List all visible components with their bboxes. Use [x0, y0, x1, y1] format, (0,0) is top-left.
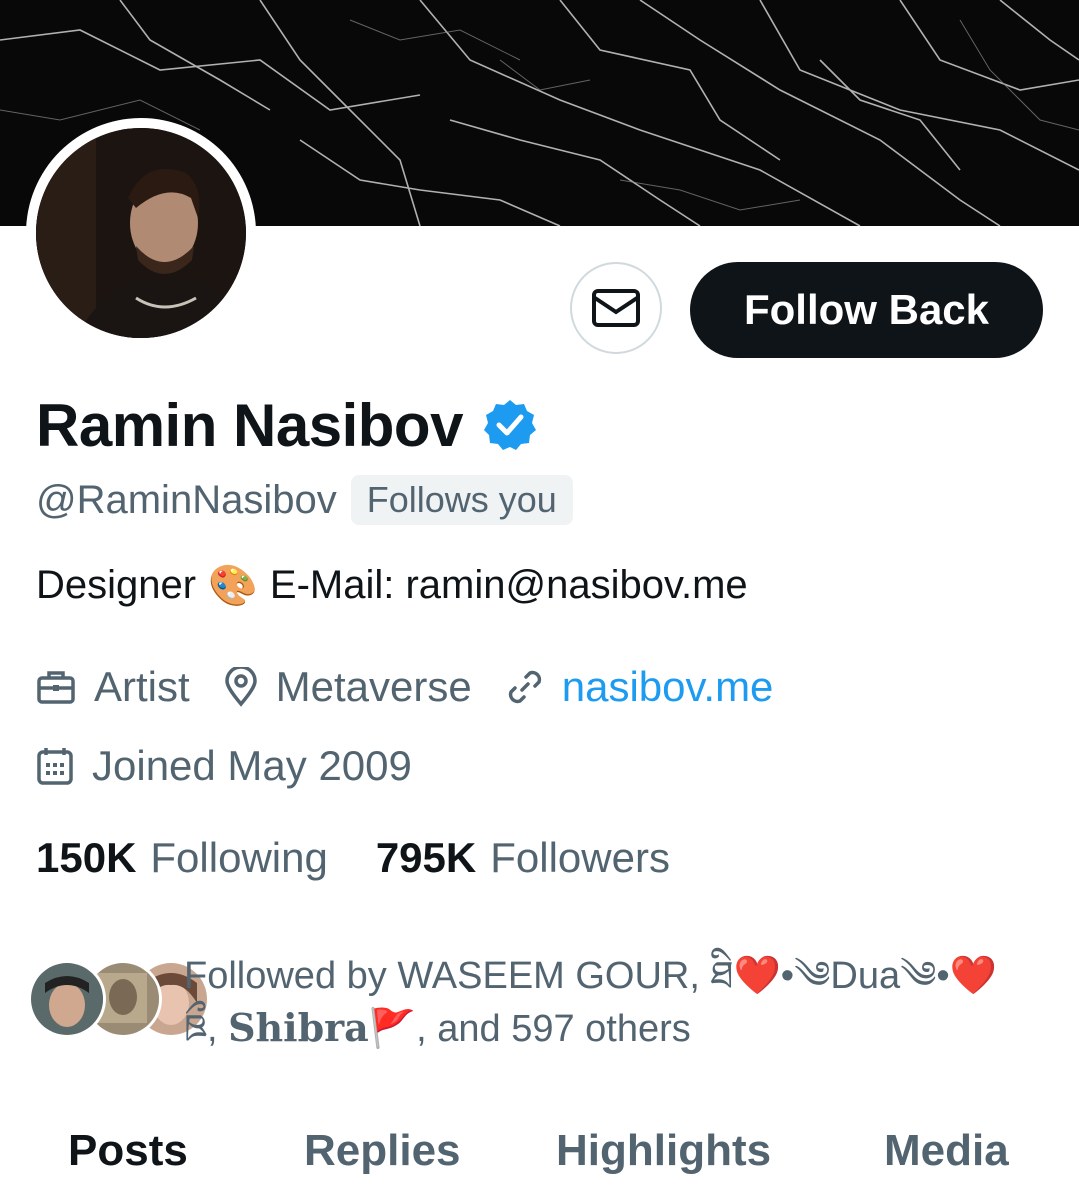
joined-row: Joined May 2009	[36, 738, 412, 794]
follower-name-3: 𝐒𝐡𝐢𝐛𝐫𝐚	[228, 1005, 369, 1050]
location-text: Metaverse	[275, 663, 472, 710]
occupation-item: Artist	[36, 663, 190, 711]
location-pin-icon	[224, 667, 257, 707]
profile-tabs: Posts Replies Highlights Media	[0, 1108, 1079, 1196]
follow-back-button[interactable]: Follow Back	[690, 262, 1043, 358]
followed-by-section[interactable]: Followed by WASEEM GOUR, ཐི❤️•༄Dua༄•❤️ ཋ…	[28, 950, 1058, 1050]
profile-meta-row: Artist Metaverse nasibov.me	[36, 658, 807, 716]
tab-posts[interactable]: Posts	[68, 1126, 188, 1176]
followed-by-text: Followed by WASEEM GOUR, ཐི❤️•༄Dua༄•❤️ ཋ…	[184, 950, 1064, 1055]
message-button[interactable]	[570, 262, 662, 354]
followers-label: Followers	[490, 834, 670, 881]
tab-replies[interactable]: Replies	[304, 1126, 461, 1176]
link-icon	[508, 670, 541, 704]
tab-highlights[interactable]: Highlights	[556, 1126, 771, 1176]
joined-text: Joined May 2009	[92, 742, 412, 789]
profile-handle: @RaminNasibov	[36, 477, 337, 522]
following-label: Following	[150, 834, 328, 881]
followers-stat[interactable]: 795K Followers	[376, 834, 670, 882]
following-stat[interactable]: 150K Following	[36, 834, 328, 882]
website-link[interactable]: nasibov.me	[562, 663, 774, 711]
avatar[interactable]	[36, 128, 246, 338]
follower-name-2a: ཐི	[710, 955, 734, 997]
follow-stats: 150K Following 795K Followers	[36, 830, 718, 886]
profile-name: Ramin Nasibov	[36, 391, 463, 459]
following-count: 150K	[36, 834, 137, 881]
profile-name-row: Ramin Nasibov	[36, 390, 537, 460]
profile-bio: Designer 🎨 E-Mail: ramin@nasibov.me	[36, 562, 748, 609]
tab-media[interactable]: Media	[884, 1126, 1009, 1176]
profile-photo	[36, 128, 246, 338]
flag-emoji: 🚩	[368, 1008, 417, 1050]
briefcase-icon	[37, 671, 75, 704]
followers-count: 795K	[375, 834, 477, 881]
website-item[interactable]: nasibov.me	[506, 663, 774, 711]
occupation-text: Artist	[94, 663, 190, 710]
avatar-ring	[26, 118, 256, 348]
followed-by-suffix: , and 597 others	[416, 1008, 691, 1050]
location-item: Metaverse	[224, 663, 472, 711]
heart-emoji: ❤️	[733, 955, 781, 997]
follower-photo	[31, 963, 103, 1035]
mail-icon	[592, 289, 640, 327]
verified-badge-icon[interactable]	[483, 398, 537, 452]
followed-by-prefix: Followed by WASEEM GOUR,	[184, 955, 700, 997]
follower-name-2d: ཋྀ	[184, 1008, 207, 1050]
bio-email[interactable]: E-Mail: ramin@nasibov.me	[270, 563, 748, 608]
palette-emoji: 🎨	[208, 564, 258, 608]
follows-you-badge: Follows you	[350, 475, 573, 525]
follower-avatar-1	[28, 960, 106, 1038]
handle-row: @RaminNasibov Follows you	[36, 472, 573, 528]
bio-prefix: Designer	[36, 563, 197, 607]
follower-name-2b: •༄Dua༄•	[780, 955, 950, 997]
separator: ,	[206, 1008, 218, 1050]
calendar-icon	[37, 748, 73, 785]
heart-emoji-2: ❤️	[949, 955, 998, 997]
